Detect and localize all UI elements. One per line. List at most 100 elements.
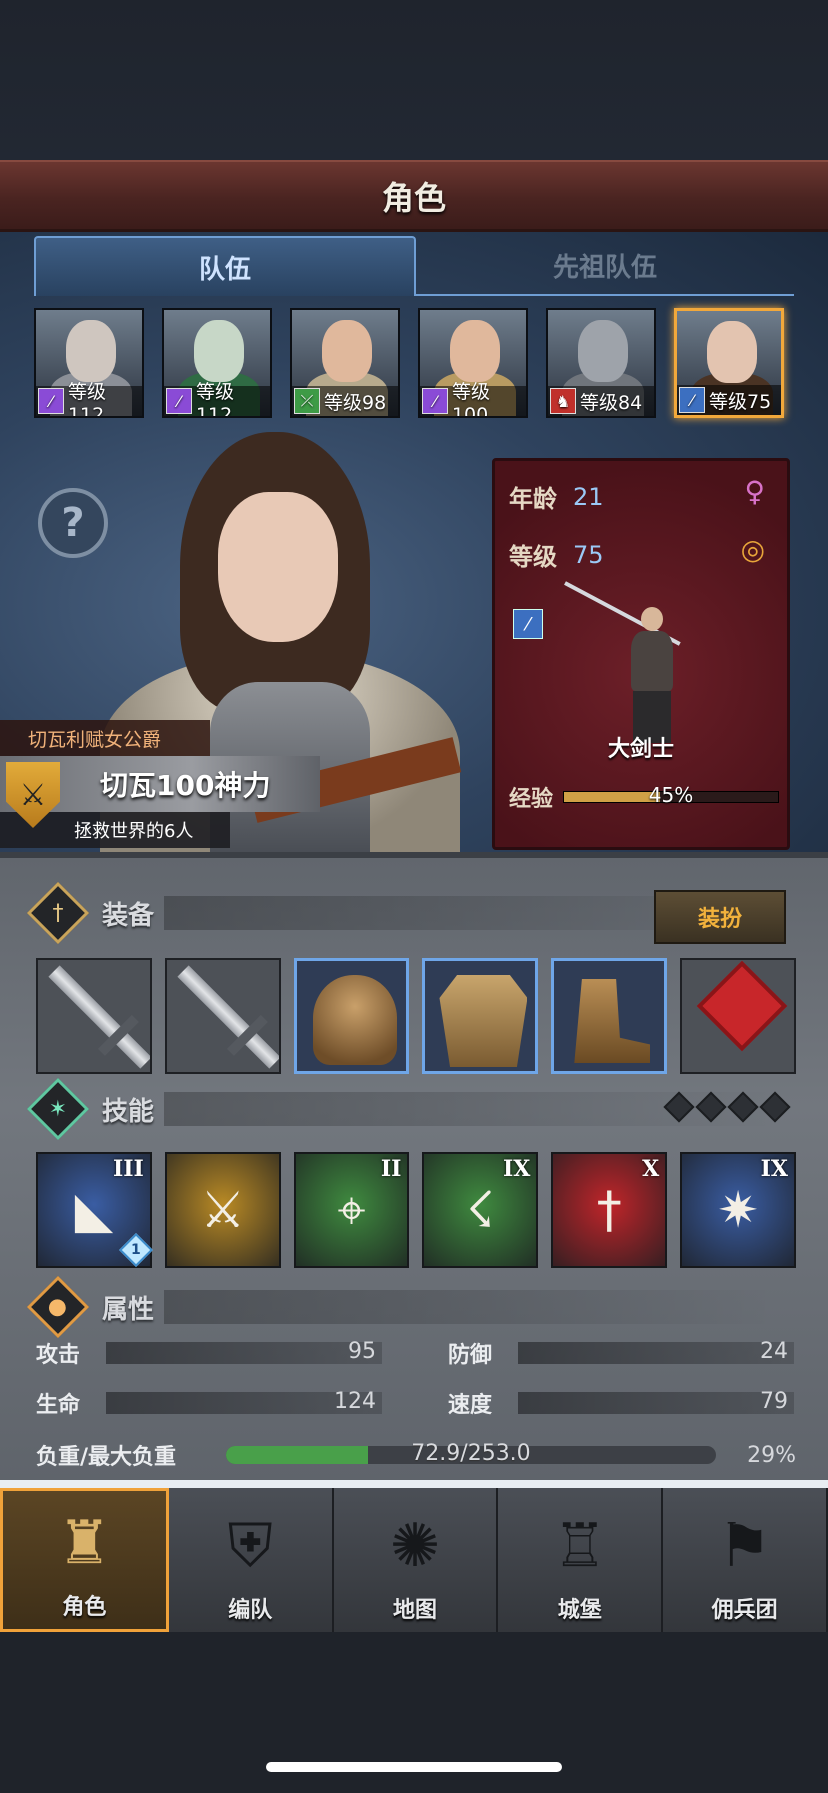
helmet-slot[interactable] — [293, 958, 410, 1074]
boots-icon — [574, 979, 651, 1063]
female-icon: ♀ — [744, 475, 765, 508]
load-bar: 72.9/253.0 — [226, 1441, 716, 1466]
level-label: 等级84 — [580, 391, 643, 414]
dagger-icon: † — [26, 881, 90, 945]
skill-glyph-icon: ◣ — [74, 1181, 114, 1239]
skill-glyph-icon: ☇ — [466, 1181, 495, 1239]
weapon-slot-1[interactable] — [36, 958, 152, 1074]
skill-2[interactable]: ⚔ — [164, 1152, 281, 1268]
portrait-face — [578, 320, 628, 382]
compass-icon: ✺ — [389, 1511, 441, 1581]
skill-glyph-icon: ✷ — [717, 1181, 759, 1239]
hp-row: 生命 124 — [36, 1386, 382, 1420]
speed-value: 79 — [760, 1389, 788, 1414]
empty-slot-diamond — [727, 1091, 759, 1123]
nav-label: 角色 — [62, 1595, 107, 1620]
attack-row: 攻击 95 — [36, 1336, 382, 1370]
nav-mercenary[interactable]: ⚑ 佣兵团 — [663, 1488, 828, 1632]
party-member-5[interactable]: ♞ 等级84 — [546, 308, 656, 418]
nav-character[interactable]: ♜ 角色 — [0, 1488, 169, 1632]
level-label: 等级112 — [67, 380, 106, 418]
boots-slot[interactable] — [551, 958, 668, 1074]
skill-slot-indicators — [663, 1091, 791, 1123]
skill-4[interactable]: ☇ IX — [422, 1152, 539, 1268]
attributes-header: ● 属性 — [26, 1275, 776, 1339]
defense-label: 防御 — [448, 1343, 493, 1368]
nav-label: 编队 — [228, 1598, 273, 1623]
nav-castle[interactable]: ♖ 城堡 — [498, 1488, 664, 1632]
exp-label: 经验 — [509, 787, 554, 812]
speed-label: 速度 — [448, 1393, 493, 1418]
empty-slot-diamond — [663, 1091, 695, 1123]
age-row: 年龄 21 — [509, 479, 604, 514]
skill-6[interactable]: ✷ IX — [680, 1152, 796, 1268]
dress-up-button[interactable]: 装扮 — [654, 890, 786, 944]
knot-charm-icon — [696, 960, 788, 1052]
skill-glyph-icon: † — [596, 1181, 622, 1239]
party-member-2[interactable]: ⁄ 等级112 — [162, 308, 272, 418]
level-value: 75 — [573, 540, 604, 569]
help-button[interactable]: ? — [38, 488, 108, 558]
level-label: 等级98 — [324, 391, 387, 414]
level-row: 等级 75 — [509, 537, 604, 572]
info-card: 年龄 21 ♀ 等级 75 ◎ ⁄ 大剑士 经验 45% — [492, 458, 790, 850]
staff-icon: ⁄ — [166, 388, 192, 414]
hero-title: 切瓦利赋女公爵 — [0, 720, 210, 756]
sword-icon: ⁄ — [513, 609, 543, 639]
empty-slot-diamond — [759, 1091, 791, 1123]
sword-icon — [177, 965, 279, 1069]
chest-armor-icon — [439, 975, 528, 1067]
exp-row: 经验 45% — [509, 779, 779, 815]
staff-icon: ⁄ — [38, 388, 64, 414]
skill-rank: IX — [760, 1156, 788, 1182]
weapon-slot-2[interactable] — [164, 958, 281, 1074]
load-value: 72.9/253.0 — [411, 1441, 531, 1466]
nav-map[interactable]: ✺ 地图 — [333, 1488, 499, 1632]
tab-party[interactable]: 队伍 — [34, 236, 416, 296]
tab-ancestor-party[interactable]: 先祖队伍 — [416, 236, 794, 296]
knight-icon: ♜ — [57, 1508, 112, 1578]
party-member-4[interactable]: ⁄ 等级100 — [418, 308, 528, 418]
skill-3[interactable]: ⌖ II — [293, 1152, 410, 1268]
hp-label: 生命 — [36, 1393, 81, 1418]
title-banner: 角色 — [0, 160, 828, 232]
party-member-6[interactable]: ⁄ 等级75 — [674, 308, 784, 418]
level-label: 等级75 — [709, 390, 772, 413]
attack-value: 95 — [348, 1339, 376, 1364]
defense-row: 防御 24 — [448, 1336, 794, 1370]
skill-rank: IX — [502, 1156, 531, 1182]
age-label: 年龄 — [509, 485, 557, 513]
skill-5[interactable]: † X — [551, 1152, 668, 1268]
party-member-3[interactable]: ⤫ 等级98 — [290, 308, 400, 418]
bottom-nav: ♜ 角色 ⛨ 编队 ✺ 地图 ♖ 城堡 ⚑ 佣兵团 — [0, 1480, 828, 1632]
skill-glyph-icon: ⌖ — [337, 1180, 366, 1239]
nav-label: 城堡 — [557, 1598, 602, 1623]
load-label: 负重/最大负重 — [36, 1445, 177, 1470]
ring-icon: ◎ — [740, 533, 765, 566]
armor-slot[interactable] — [422, 958, 539, 1074]
bow-icon: ⤫ — [294, 388, 320, 414]
home-indicator[interactable] — [266, 1762, 562, 1772]
exp-percent: 45% — [648, 783, 694, 807]
attributes-label: 属性 — [102, 1294, 155, 1325]
level-label: 等级100 — [451, 380, 490, 418]
horse-icon: ♞ — [550, 388, 576, 414]
staff-icon: ⁄ — [422, 388, 448, 414]
mercenary-icon: ⚑ — [717, 1511, 772, 1581]
tab-bar: 队伍 先祖队伍 — [34, 236, 794, 296]
sword-icon: ⁄ — [679, 387, 705, 413]
party-portraits: ⁄ 等级112 ⁄ 等级112 ⤫ 等级98 ⁄ 等级100 ♞ 等级84 ⁄ 等级75 — [34, 308, 794, 418]
nav-formation[interactable]: ⛨ 编队 — [168, 1488, 334, 1632]
accessory-slot[interactable] — [680, 958, 796, 1074]
party-member-1[interactable]: ⁄ 等级112 — [34, 308, 144, 418]
helmet-icon — [312, 975, 397, 1065]
skill-slots: ◣ III 1 ⚔ ⌖ II ☇ IX † X ✷ IX — [36, 1152, 796, 1268]
skill-glyph-icon: ⚔ — [200, 1181, 246, 1239]
character-scene: 队伍 先祖队伍 ⁄ 等级112 ⁄ 等级112 ⤫ 等级98 ⁄ 等级100 ♞ 等级84 — [0, 232, 828, 852]
portrait-face — [194, 320, 244, 382]
skill-1[interactable]: ◣ III 1 — [36, 1152, 153, 1268]
portrait-face — [450, 320, 500, 382]
equipment-slots — [36, 958, 796, 1074]
level-label: 等级112 — [195, 380, 234, 418]
load-percent: 29% — [747, 1442, 796, 1468]
